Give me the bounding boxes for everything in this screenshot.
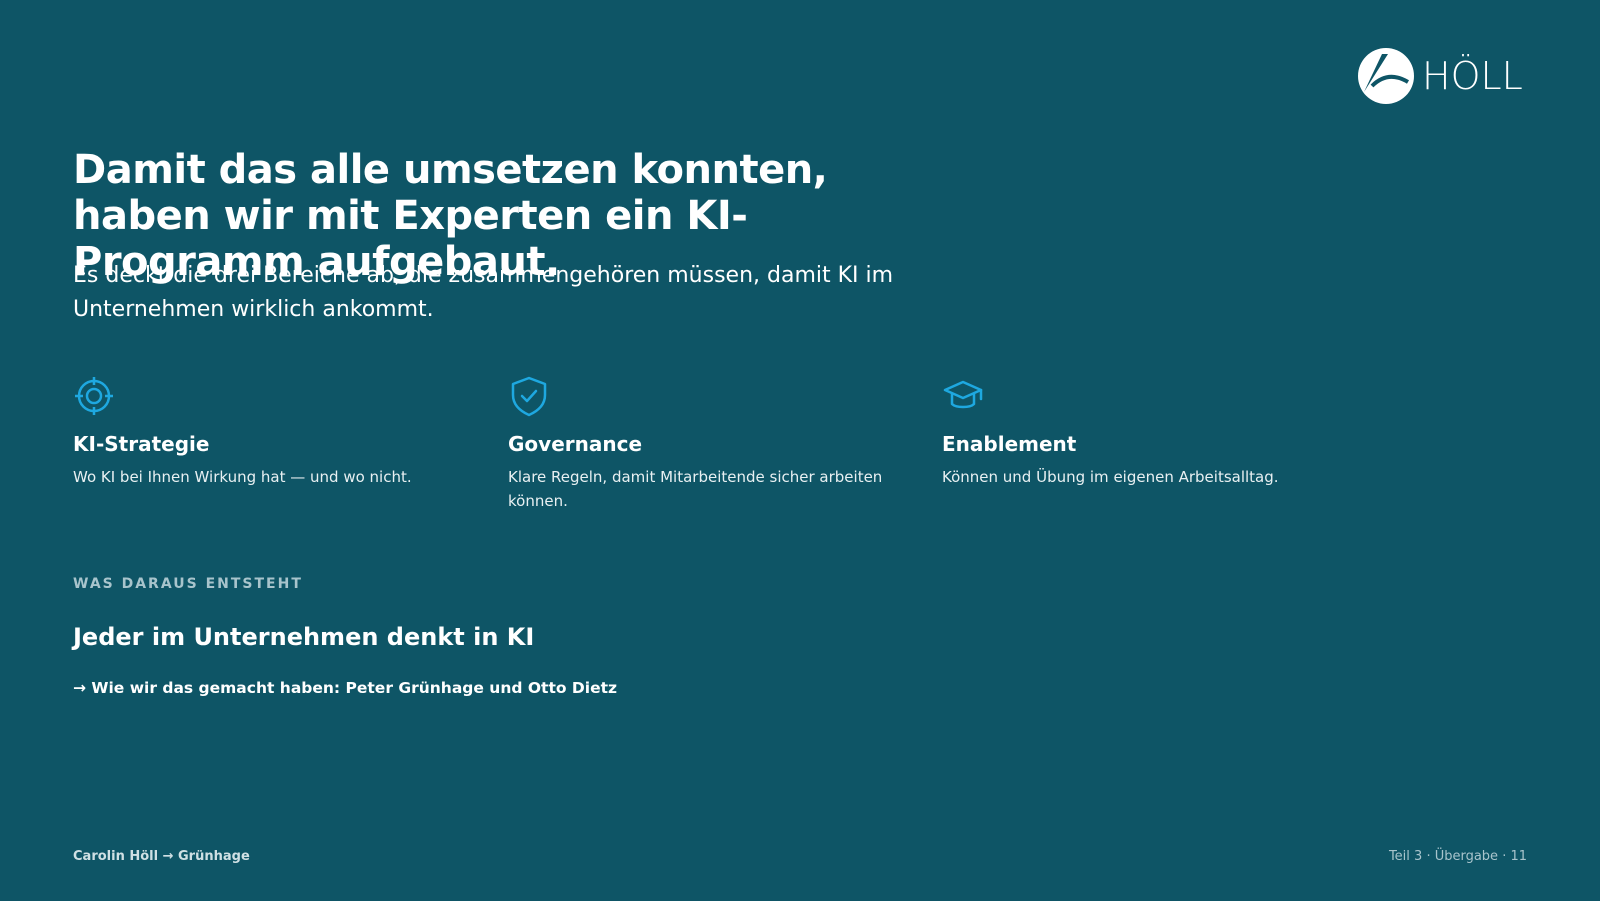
brand-name: HÖLL xyxy=(1422,54,1523,98)
target-icon xyxy=(75,377,113,415)
graduation-cap-icon xyxy=(943,380,983,409)
pillar-title: Governance xyxy=(508,432,643,456)
pillar-text: Können und Übung im eigenen Arbeitsallta… xyxy=(942,468,1279,486)
slide-subtitle: Es deckt die drei Bereiche ab, die zusam… xyxy=(73,263,894,322)
hoell-logo-icon xyxy=(1358,48,1414,104)
section-eyebrow: WAS DARAUS ENTSTEHT xyxy=(73,576,303,592)
footer-presenter: Carolin Höll → Grünhage xyxy=(73,849,250,864)
outcome-heading: Jeder im Unternehmen denkt in KI xyxy=(73,623,535,651)
pillar-ki-strategie: KI-Strategie Wo KI bei Ihnen Wirkung hat… xyxy=(73,375,473,489)
pillar-title: KI-Strategie xyxy=(73,432,210,456)
pillar-governance: Governance Klare Regeln, damit Mitarbeit… xyxy=(508,375,908,513)
pillar-enablement: Enablement Können und Übung im eigenen A… xyxy=(942,375,1342,489)
pillar-text: Wo KI bei Ihnen Wirkung hat — und wo nic… xyxy=(73,468,412,486)
brand-logo: HÖLL xyxy=(1358,48,1523,104)
footer-page-info: Teil 3 · Übergabe · 11 xyxy=(1388,849,1527,864)
pillar-title: Enablement xyxy=(942,432,1077,456)
shield-check-icon xyxy=(511,376,547,417)
how-we-did-it-link[interactable]: → Wie wir das gemacht haben: Peter Grünh… xyxy=(73,679,617,697)
pillar-text: Klare Regeln, damit Mitarbeitende sicher… xyxy=(508,468,883,510)
